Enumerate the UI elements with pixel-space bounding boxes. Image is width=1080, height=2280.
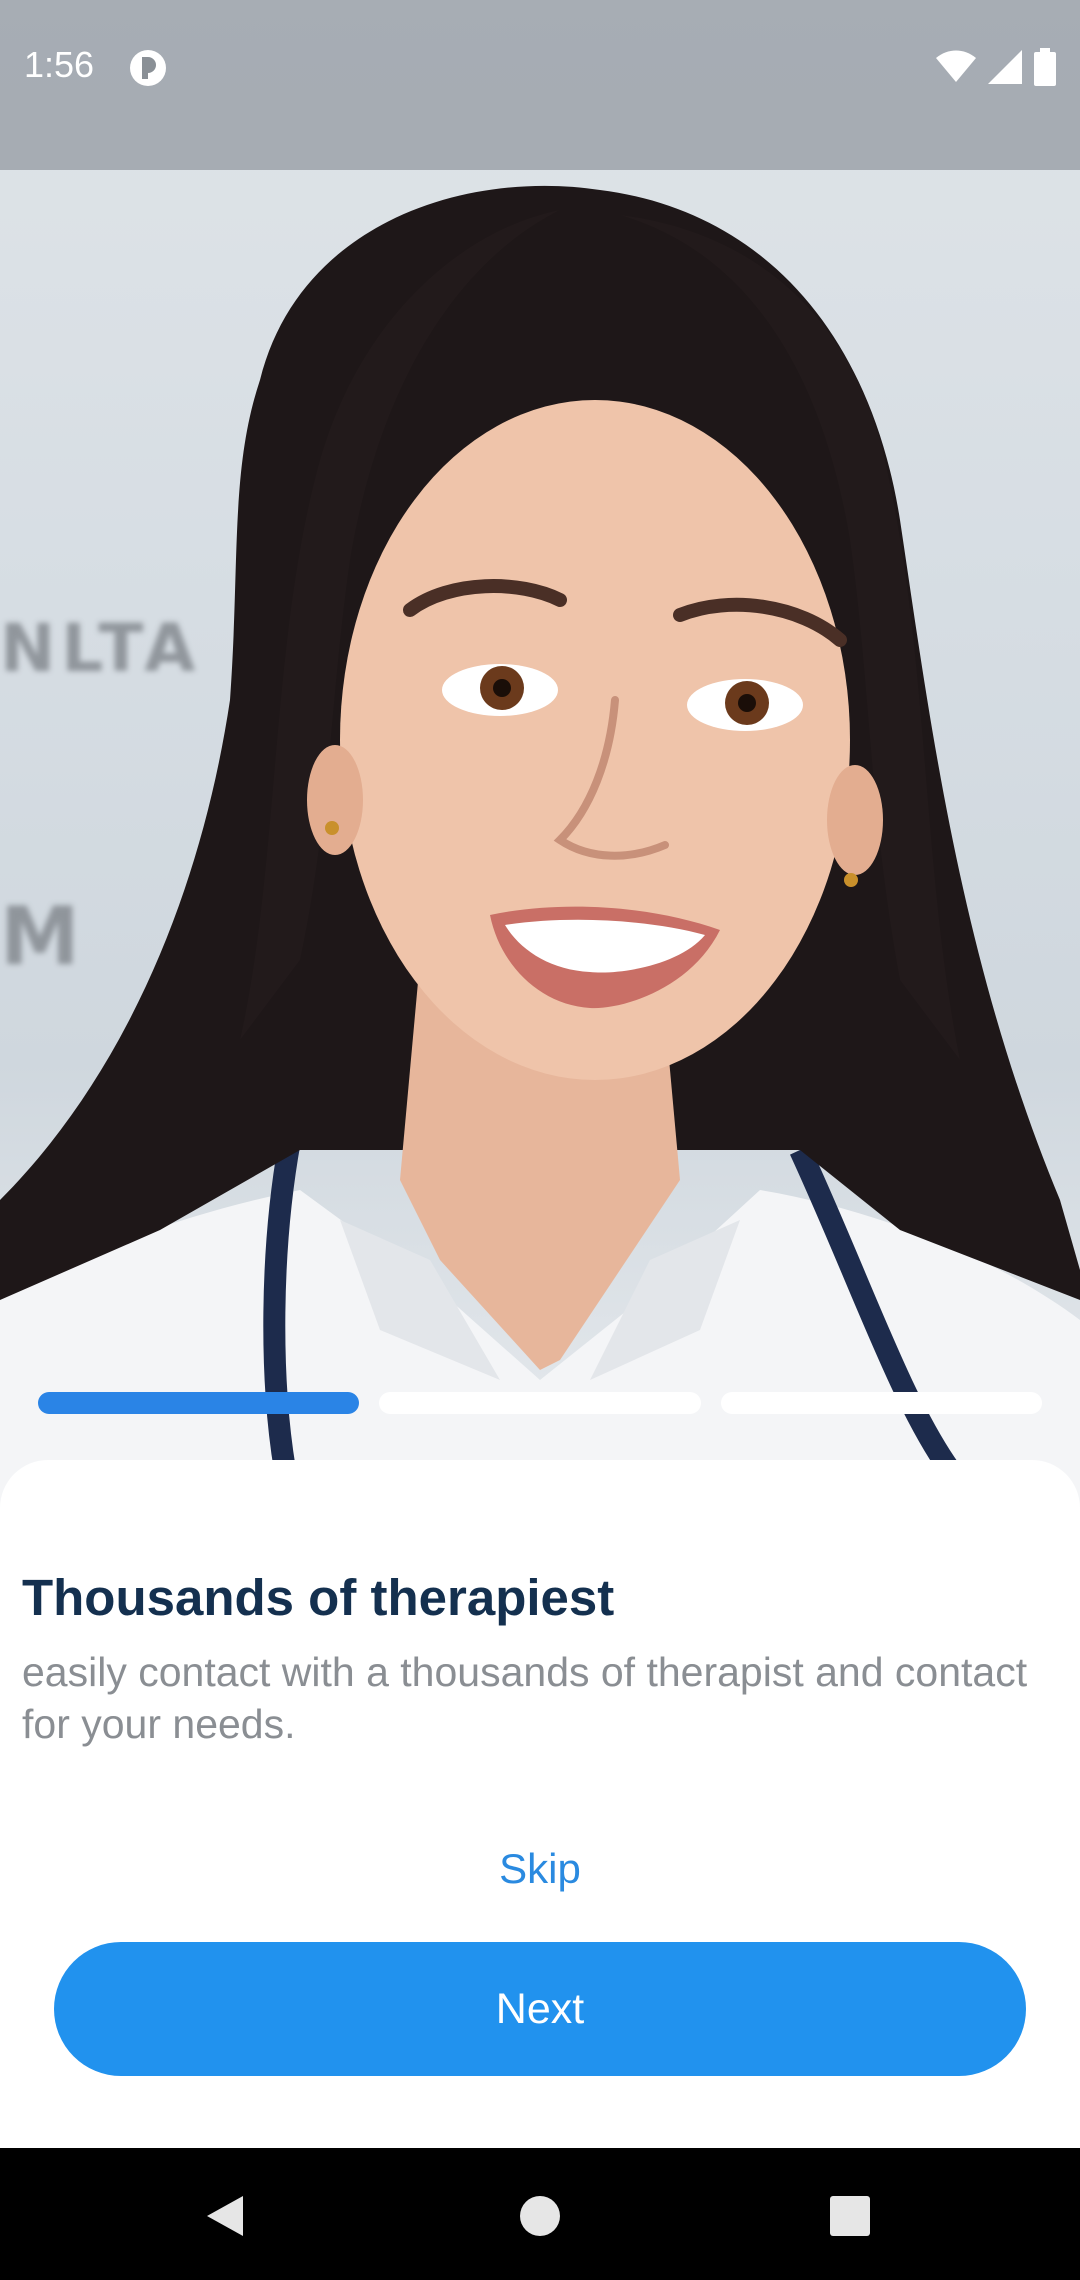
pager-segment: [720, 1392, 1042, 1414]
app-notification-icon: [130, 50, 166, 86]
onboarding-description: easily contact with a thousands of thera…: [22, 1649, 1028, 1747]
system-nav-bar: [0, 2148, 1080, 2280]
hero-image: NLTA M: [0, 0, 1080, 1520]
pager-segment: [379, 1392, 701, 1414]
onboarding-title: Thousands of therapiest: [22, 1569, 615, 1626]
home-icon[interactable]: [510, 2186, 570, 2246]
battery-icon: [1034, 48, 1056, 86]
doctor-portrait: [0, 185, 1080, 1520]
signal-icon: [988, 50, 1022, 84]
status-time: 1:56: [24, 44, 95, 85]
skip-button[interactable]: Skip: [0, 1845, 1080, 1893]
status-bar: 1:56: [0, 0, 1080, 170]
pager-segment-active: [38, 1392, 360, 1414]
wifi-icon: [936, 50, 976, 82]
next-button[interactable]: Next: [54, 1942, 1026, 2076]
pager-indicator: [38, 1392, 1042, 1414]
recents-icon[interactable]: [820, 2186, 880, 2246]
back-icon[interactable]: [195, 2186, 255, 2246]
